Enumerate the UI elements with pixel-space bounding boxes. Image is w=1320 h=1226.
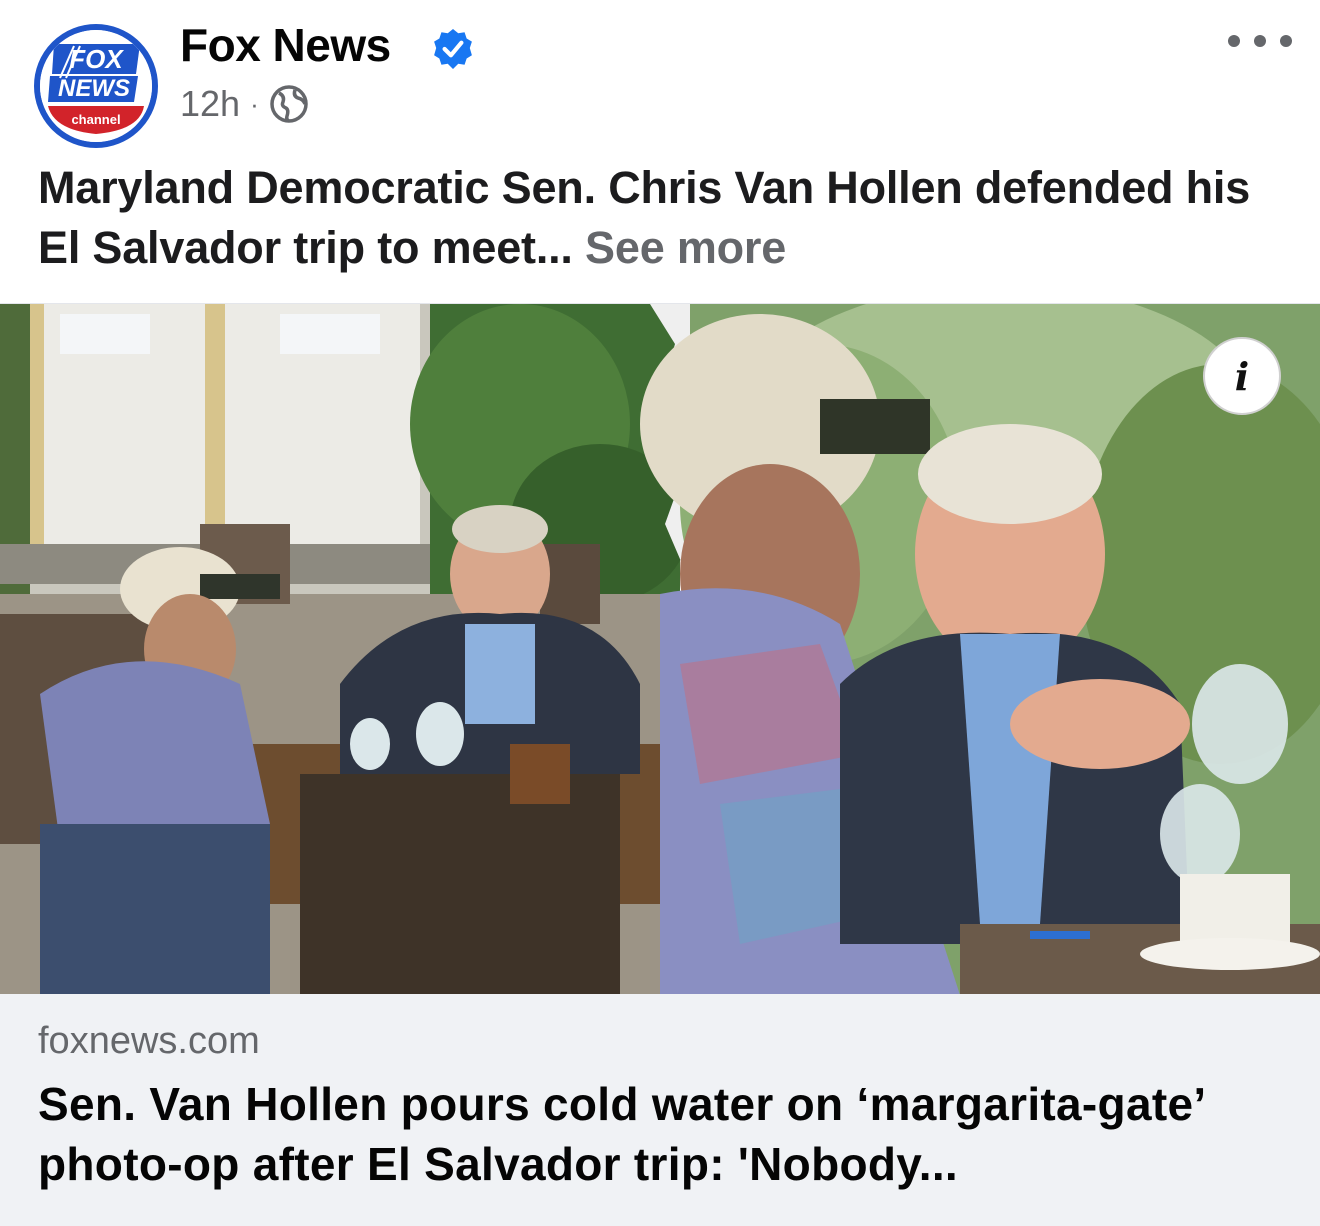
meta-separator: · — [250, 88, 259, 119]
post-image[interactable] — [0, 303, 1320, 994]
link-title[interactable]: Sen. Van Hollen pours cold water on ‘mar… — [38, 1074, 1298, 1194]
logo-text-fox: FOX — [69, 44, 124, 74]
link-preview[interactable]: foxnews.com Sen. Van Hollen pours cold w… — [0, 994, 1320, 1226]
logo-text-news: NEWS — [58, 75, 130, 102]
more-options-icon[interactable] — [1228, 26, 1292, 56]
info-icon[interactable]: i — [1203, 337, 1281, 415]
globe-icon — [270, 85, 308, 123]
photo-collage — [0, 304, 1320, 994]
fox-news-logo: FOX NEWS channel — [40, 30, 152, 142]
more-dot — [1228, 35, 1240, 47]
post-time[interactable]: 12h — [180, 83, 240, 125]
post-caption: Maryland Democratic Sen. Chris Van Holle… — [38, 158, 1288, 278]
page-name[interactable]: Fox News — [180, 18, 391, 72]
page-avatar[interactable]: FOX NEWS channel — [34, 24, 158, 148]
facebook-post: FOX NEWS channel Fox News 12h · Maryland… — [0, 0, 1320, 1226]
see-more-link[interactable]: See more — [585, 222, 786, 273]
post-header: FOX NEWS channel Fox News 12h · — [0, 0, 1320, 150]
more-dot — [1280, 35, 1292, 47]
post-meta: 12h · — [180, 82, 309, 126]
logo-text-channel: channel — [71, 112, 120, 127]
verified-badge-icon — [434, 29, 472, 69]
link-domain: foxnews.com — [38, 1020, 260, 1062]
more-dot — [1254, 35, 1266, 47]
